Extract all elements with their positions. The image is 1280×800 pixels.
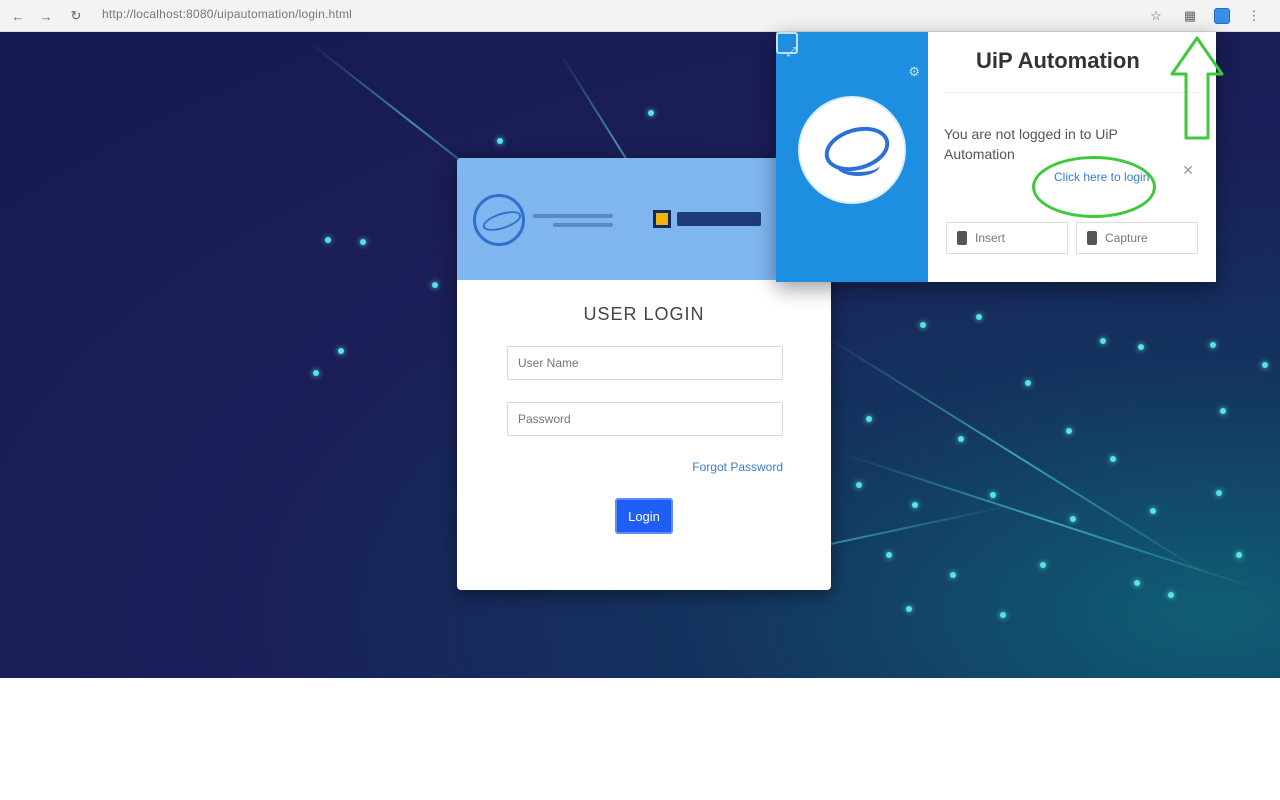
particle [912,502,918,508]
light-beam [839,452,1259,590]
particle [360,239,366,245]
particle [950,572,956,578]
password-input[interactable] [507,402,783,436]
particle [958,436,964,442]
login-button[interactable]: Login [615,498,673,534]
partner-logo [653,210,761,228]
globe-logo-icon [473,194,525,246]
particle [1216,490,1222,496]
particle [1134,580,1140,586]
particle [338,348,344,354]
particle [1025,380,1031,386]
username-input[interactable] [507,346,783,380]
particle [1000,612,1006,618]
bookmark-star-icon[interactable]: ☆ [1146,6,1166,26]
forgot-password-link[interactable]: Forgot Password [692,460,783,474]
popup-title: UiP Automation [976,48,1140,73]
light-beam [819,332,1211,578]
expand-icon[interactable]: ⤢ [786,44,796,60]
particle [432,282,438,288]
particle [497,138,503,144]
annotation-highlight-ellipse [1032,156,1156,218]
particle [325,237,331,243]
particle [1210,342,1216,348]
particle [1070,516,1076,522]
popup-sidebar: ⤢ ⚙ [776,32,928,282]
particle [1236,552,1242,558]
particle [1150,508,1156,514]
login-card-header [457,158,831,280]
particle [920,322,926,328]
insert-button[interactable]: Insert [946,222,1068,254]
reload-icon[interactable]: ↻ [66,6,86,26]
insert-icon [957,231,967,245]
popup-button-row: Insert Capture [946,222,1198,254]
particle [990,492,996,498]
capture-icon [1087,231,1097,245]
particle [1066,428,1072,434]
particle [866,416,872,422]
company-logo [473,194,613,246]
particle [1138,344,1144,350]
annotation-arrow-icon [1170,36,1224,140]
dismiss-icon[interactable]: ✕ [1182,162,1194,179]
partner-logo-icon [653,210,671,228]
extension-puzzle-icon[interactable]: ▦ [1180,6,1200,26]
particle [648,110,654,116]
login-card: USER LOGIN Forgot Password Login [457,158,831,590]
forward-arrow-icon[interactable]: → [36,6,56,26]
browser-toolbar: ← → ↻ http://localhost:8080/uipautomatio… [0,0,1280,32]
partner-wordmark [677,212,761,226]
particle [1110,456,1116,462]
logo-wordmark [533,209,613,232]
particle [1040,562,1046,568]
capture-button-label: Capture [1105,231,1148,245]
insert-button-label: Insert [975,231,1006,245]
popup-logo-icon [798,96,906,204]
settings-icon[interactable]: ⚙ [908,64,920,80]
login-title: USER LOGIN [583,304,705,324]
particle [1220,408,1226,414]
particle [1100,338,1106,344]
popup-divider [944,92,1200,93]
capture-button[interactable]: Capture [1076,222,1198,254]
particle [1262,362,1268,368]
popup-message: You are not logged in to UiP Automation [944,126,1118,162]
particle [313,370,319,376]
back-arrow-icon[interactable]: ← [8,6,28,26]
particle [1168,592,1174,598]
particle [976,314,982,320]
particle [906,606,912,612]
address-bar[interactable]: http://localhost:8080/uipautomation/logi… [102,7,352,21]
particle [856,482,862,488]
menu-icon[interactable]: ⋮ [1244,6,1264,26]
page-bottom-area [0,678,1280,800]
uipath-extension-icon[interactable] [1214,8,1230,24]
particle [886,552,892,558]
extension-popup: ⤢ ⚙ UiP Automation You are not logged in… [776,32,1216,282]
